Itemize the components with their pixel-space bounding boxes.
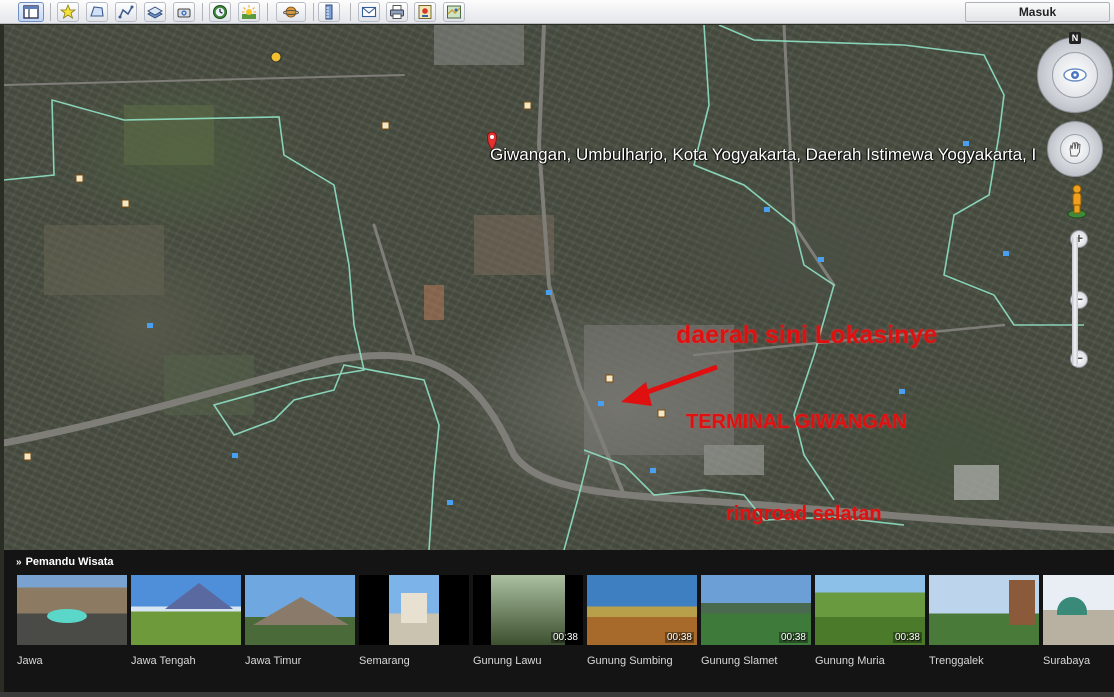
tour-duration: 00:38	[778, 632, 808, 643]
tour-item-jawa[interactable]: Jawa	[17, 575, 127, 667]
tour-thumbnail	[1043, 575, 1114, 645]
annotation-terminal: TERMINAL GIWANGAN	[686, 411, 907, 433]
tour-item-label: Jawa Timur	[245, 655, 302, 667]
tour-guide-title: Pemandu Wisata	[25, 556, 114, 568]
look-center[interactable]	[1052, 52, 1098, 98]
tour-guide-header[interactable]: » Pemandu Wisata	[16, 556, 114, 568]
print-button[interactable]	[386, 2, 408, 22]
tour-item-label: Surabaya	[1043, 655, 1091, 667]
look-control[interactable]	[1037, 37, 1113, 113]
collapse-chevron-icon[interactable]: »	[16, 557, 22, 568]
tour-item-label: Jawa	[17, 655, 43, 667]
tour-item-label: Trenggalek	[929, 655, 984, 667]
tour-item-semarang[interactable]: Semarang	[359, 575, 469, 667]
record-tour-icon	[177, 8, 191, 18]
hand-icon	[1069, 141, 1081, 157]
view-in-maps-icon	[447, 5, 461, 19]
add-polygon-button[interactable]	[86, 2, 108, 22]
tour-thumbnail	[359, 575, 469, 645]
switch-to-sky-icon	[283, 6, 299, 18]
tour-guide-panel: » Pemandu Wisata Jawa Jawa Tengah Jawa Ti…	[4, 550, 1114, 692]
tour-thumbnail	[245, 575, 355, 645]
status-bar	[0, 692, 1114, 697]
sidebar-toggle-icon	[23, 5, 39, 19]
map-viewport[interactable]: Giwangan, Umbulharjo, Kota Yogyakarta, D…	[4, 25, 1114, 550]
toolbar-separator	[202, 3, 203, 21]
tour-thumbnail: 00:38	[701, 575, 811, 645]
historical-imagery-icon	[213, 5, 227, 19]
tour-item-jawa-tengah[interactable]: Jawa Tengah	[131, 575, 241, 667]
save-image-button[interactable]	[414, 2, 436, 22]
eye-icon	[1063, 68, 1087, 82]
tour-item-gunung-slamet[interactable]: 00:38 Gunung Slamet	[701, 575, 811, 667]
add-image-overlay-icon	[147, 6, 163, 19]
switch-to-sky-button[interactable]	[276, 2, 306, 22]
sidebar-toggle-button[interactable]	[18, 2, 44, 22]
tour-item-label: Semarang	[359, 655, 410, 667]
tour-thumbnail: 00:38	[473, 575, 583, 645]
print-icon	[390, 5, 404, 19]
move-control[interactable]	[1047, 121, 1103, 177]
toolbar: Masuk	[0, 0, 1114, 24]
tour-thumbnail: 00:38	[815, 575, 925, 645]
tour-thumbnail	[17, 575, 127, 645]
add-path-button[interactable]	[115, 2, 137, 22]
tour-item-jawa-timur[interactable]: Jawa Timur	[245, 575, 355, 667]
save-image-icon	[418, 5, 432, 19]
tour-thumbnail: 00:38	[587, 575, 697, 645]
tour-thumbnail	[929, 575, 1039, 645]
toolbar-separator	[267, 3, 268, 21]
tour-item-label: Gunung Lawu	[473, 655, 542, 667]
tour-duration: 00:38	[892, 632, 922, 643]
street-view-pegman-icon[interactable]	[1066, 183, 1088, 219]
annotation-road: ringroad selatan	[726, 503, 882, 525]
historical-imagery-button[interactable]	[209, 2, 231, 22]
tour-item-trenggalek[interactable]: Trenggalek	[929, 575, 1039, 667]
tour-item-label: Gunung Muria	[815, 655, 885, 667]
tour-item-gunung-muria[interactable]: 00:38 Gunung Muria	[815, 575, 925, 667]
tour-item-surabaya[interactable]: Surabaya	[1043, 575, 1114, 667]
email-button[interactable]	[358, 2, 380, 22]
map-overlay	[4, 25, 1114, 550]
sunlight-button[interactable]	[238, 2, 260, 22]
ruler-button[interactable]	[318, 2, 340, 22]
tour-item-label: Gunung Sumbing	[587, 655, 673, 667]
record-tour-button[interactable]	[173, 2, 195, 22]
add-placemark-button[interactable]	[57, 2, 79, 22]
toolbar-separator	[313, 3, 314, 21]
tour-duration: 00:38	[664, 632, 694, 643]
ruler-icon	[325, 4, 333, 20]
add-image-overlay-button[interactable]	[144, 2, 166, 22]
tour-thumbnail	[131, 575, 241, 645]
compass-north-label: N	[1069, 32, 1081, 44]
view-in-maps-button[interactable]	[443, 2, 465, 22]
tour-item-gunung-sumbing[interactable]: 00:38 Gunung Sumbing	[587, 575, 697, 667]
email-icon	[361, 6, 377, 18]
tour-item-label: Jawa Tengah	[131, 655, 196, 667]
location-label[interactable]: Giwangan, Umbulharjo, Kota Yogyakarta, D…	[490, 145, 1036, 165]
sunlight-icon	[242, 5, 256, 19]
move-center[interactable]	[1060, 134, 1090, 164]
zoom-slider-track[interactable]	[1072, 236, 1078, 366]
add-polygon-icon	[90, 6, 104, 17]
tour-duration: 00:38	[550, 632, 580, 643]
toolbar-separator	[50, 3, 51, 21]
tour-item-label: Gunung Slamet	[701, 655, 778, 667]
add-path-icon	[118, 5, 134, 19]
toolbar-separator	[350, 3, 351, 21]
annotation-location: daerah sini Lokasinye	[676, 321, 938, 349]
add-placemark-icon	[60, 4, 76, 19]
tour-item-gunung-lawu[interactable]: 00:38 Gunung Lawu	[473, 575, 583, 667]
sign-in-button[interactable]: Masuk	[965, 2, 1110, 22]
